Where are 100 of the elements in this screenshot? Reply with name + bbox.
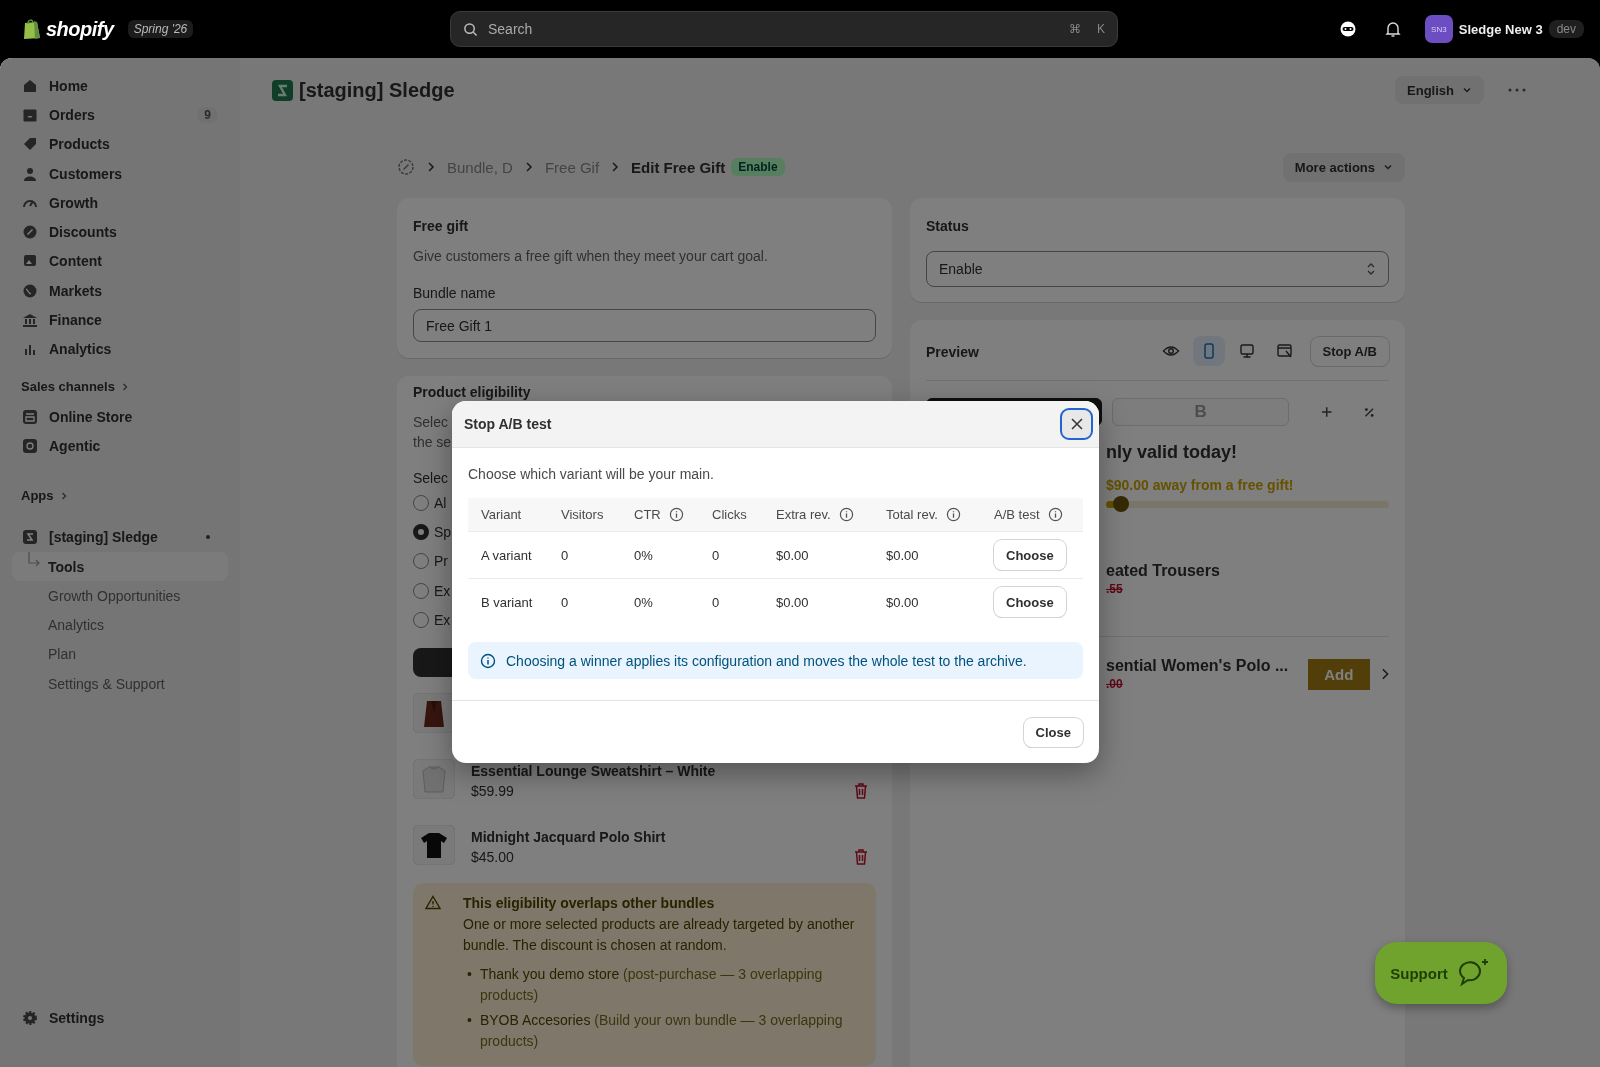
shortcut-key: ⌘: [1069, 22, 1081, 36]
radio-label: Ex: [434, 611, 451, 628]
percent-icon[interactable]: [1364, 406, 1375, 418]
radio-label: Pr: [434, 553, 448, 570]
radio-button[interactable]: [413, 523, 429, 540]
product-name: sential Women's Polo ...: [1106, 657, 1289, 675]
chevron-icon: [611, 161, 620, 173]
home-icon: [22, 77, 38, 94]
nav-item[interactable]: Markets: [12, 276, 228, 306]
section-link[interactable]: Sales channels: [12, 377, 138, 396]
nav-item[interactable]: Discounts: [12, 217, 228, 247]
network-icon: [22, 437, 38, 454]
choose-button[interactable]: Choose: [994, 587, 1066, 617]
trash-icon[interactable]: [854, 849, 868, 866]
nav-item[interactable]: Products: [12, 129, 228, 159]
warning-icon: [425, 895, 441, 911]
store-name: Sledge New 3: [1458, 21, 1543, 37]
add-button[interactable]: Add: [1308, 658, 1370, 690]
field-label: Selec: [413, 469, 449, 488]
sub-nav-item[interactable]: Plan: [12, 639, 228, 670]
column-header: Total rev.: [886, 507, 994, 522]
table-cell-text: 0: [712, 547, 721, 563]
old-price: .00: [1106, 677, 1124, 691]
sub-nav-item[interactable]: Growth Opportunities: [12, 581, 228, 611]
count-badge: 9: [197, 106, 218, 123]
status-badge: Enable: [731, 158, 785, 176]
bundle-name-field[interactable]: Free Gift 1: [413, 309, 876, 342]
list-item: BYOB Accesories (Build your own bundle — 3 overlapping products): [479, 1011, 844, 1052]
column-header: CTR: [634, 507, 712, 522]
nav-item[interactable]: Growth: [12, 188, 228, 218]
chevron-icon: [120, 382, 129, 391]
stop-ab-button[interactable]: Stop A/B: [1310, 336, 1389, 366]
nav-item[interactable]: Online Store: [12, 401, 228, 432]
caret-icon: [1383, 162, 1393, 172]
sub-nav-item[interactable]: Tools: [12, 551, 228, 582]
nav-item[interactable]: Home: [12, 71, 228, 101]
nav-item[interactable]: Analytics: [12, 334, 228, 364]
search-field[interactable]: Search: [486, 20, 1061, 38]
plus-icon[interactable]: [1320, 406, 1333, 418]
nav-item[interactable]: Content: [12, 246, 228, 277]
sub-nav-item[interactable]: Analytics: [12, 610, 228, 640]
nav-item[interactable]: [staging] Sledge: [12, 522, 228, 552]
nav-item[interactable]: Settings: [12, 1003, 228, 1033]
window-icon: [1275, 342, 1294, 360]
sub-nav-item[interactable]: Settings & Support: [12, 669, 228, 699]
nav-item[interactable]: Finance: [12, 305, 228, 335]
radio-label: Ex: [434, 582, 451, 599]
info-icon: [480, 652, 496, 669]
list-marker: •: [467, 1011, 472, 1031]
chevron-icon: [427, 161, 435, 173]
card-description: Give customers a free gift when they meet your cart goal.: [413, 247, 769, 266]
radio-button[interactable]: [413, 582, 429, 599]
card-title: Free gift: [413, 217, 470, 236]
tag-icon: [22, 136, 38, 153]
section-link[interactable]: Apps: [12, 486, 77, 505]
store-avatar[interactable]: SN3: [1424, 15, 1453, 43]
settings-icon: [22, 1010, 38, 1027]
environment-tag: dev: [1548, 20, 1584, 38]
product-price: $59.99: [471, 783, 515, 800]
trash-icon[interactable]: [854, 783, 868, 800]
view-toggle[interactable]: [1192, 336, 1225, 366]
more-icon[interactable]: [1508, 88, 1526, 92]
nav-item[interactable]: Agentic: [12, 431, 228, 461]
more-actions-button[interactable]: More actions: [1282, 152, 1405, 182]
radio-button[interactable]: [413, 494, 429, 511]
discount-icon[interactable]: [397, 158, 415, 176]
radio-label: Sp: [434, 523, 452, 540]
language-selector[interactable]: English: [1395, 76, 1484, 104]
monitor-icon: [1237, 342, 1256, 360]
assistant-icon[interactable]: [1338, 20, 1357, 38]
choose-button[interactable]: Choose: [994, 540, 1066, 570]
dialog-title: Stop A/B test: [464, 416, 552, 432]
table-cell-text: 0%: [634, 594, 654, 610]
offer-headline: nly valid today!: [1106, 442, 1239, 463]
nav-item[interactable]: Orders 9: [12, 100, 228, 130]
close-button[interactable]: [1060, 408, 1093, 440]
table-cell-text: B variant: [481, 594, 534, 610]
app-logo-icon: [272, 79, 293, 101]
product-name: Midnight Jacquard Polo Shirt: [471, 829, 667, 846]
shortcut-key: K: [1097, 22, 1105, 36]
column-header: Extra rev.: [776, 507, 886, 522]
warning-title: This eligibility overlaps other bundles: [463, 894, 716, 914]
edition-label: Spring '26: [127, 20, 194, 38]
card-description: Selec: [413, 413, 449, 432]
dialog-message: Choose which variant will be your main.: [468, 466, 715, 482]
old-price: .55: [1106, 582, 1124, 596]
column-header: A/B test: [994, 507, 1083, 522]
close-button[interactable]: Close: [1023, 717, 1083, 747]
status-select[interactable]: Enable: [926, 251, 1389, 287]
shopping-bag-icon: [22, 18, 42, 40]
radio-button[interactable]: [413, 553, 429, 570]
storefront-icon: [22, 408, 38, 425]
nav-item[interactable]: Customers: [12, 158, 228, 189]
table-cell-text: 0: [712, 594, 721, 610]
search-bar[interactable]: Search ⌘ K: [450, 11, 1118, 47]
bell-icon[interactable]: [1384, 20, 1401, 38]
support-button[interactable]: Support: [1375, 942, 1507, 1004]
radio-button[interactable]: [413, 611, 429, 628]
brand-logo: shopify: [46, 17, 114, 41]
table-cell-text: $0.00: [886, 547, 920, 563]
